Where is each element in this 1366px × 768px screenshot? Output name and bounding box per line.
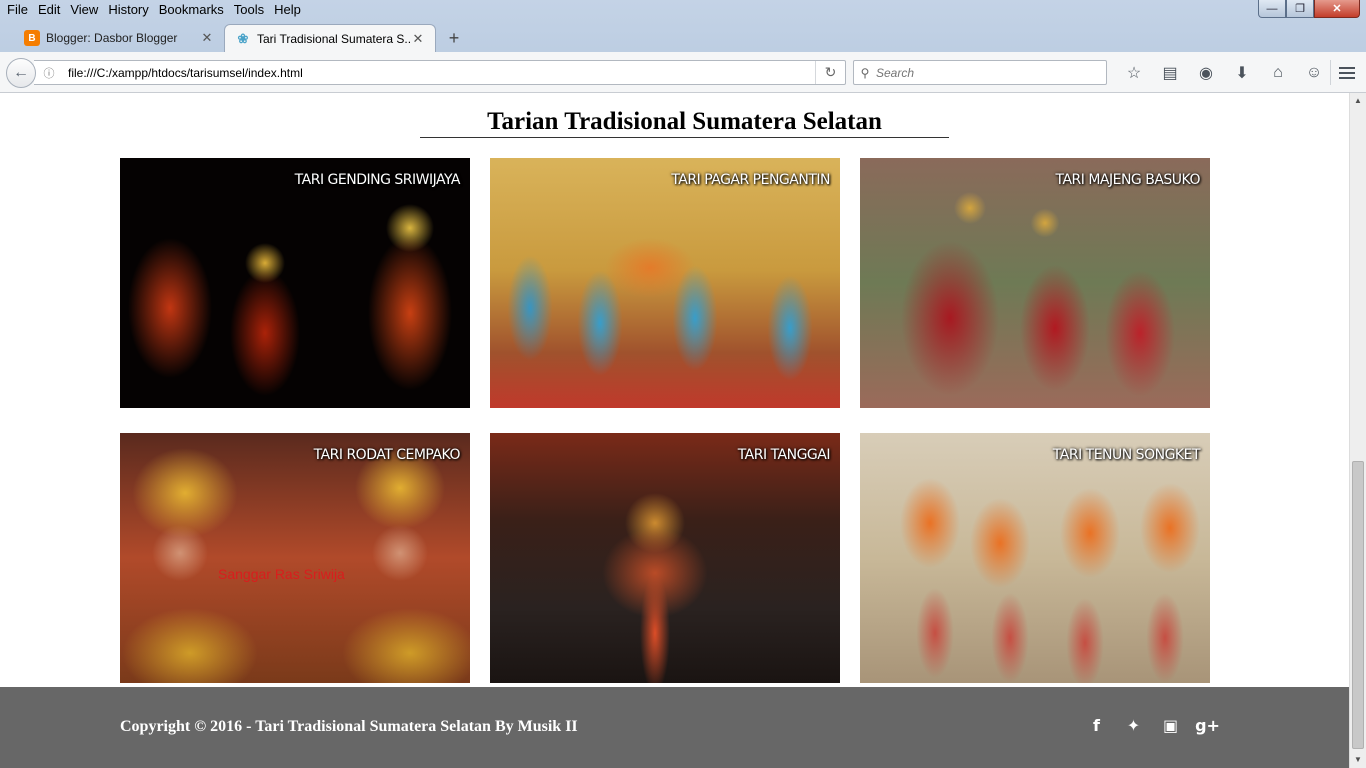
home-icon[interactable]: ⌂: [1260, 64, 1296, 82]
dance-photo: [860, 433, 1210, 683]
facebook-icon[interactable]: f: [1078, 716, 1115, 735]
reading-list-icon[interactable]: ▤: [1152, 63, 1188, 83]
menu-history[interactable]: History: [103, 0, 153, 20]
vertical-scrollbar[interactable]: ▲ ▼: [1349, 93, 1366, 768]
toolbar-icons: ☆ ▤ ◉ ⬇ ⌂ ☺: [1116, 60, 1332, 85]
gallery-caption: TARI RODAT CEMPAKO: [313, 447, 461, 463]
browser-chrome: File Edit View History Bookmarks Tools H…: [0, 0, 1366, 93]
search-input[interactable]: [876, 65, 1096, 80]
gallery-caption: TARI TANGGAI: [737, 447, 831, 463]
dance-photo: [860, 158, 1210, 408]
reload-icon[interactable]: ↻: [815, 61, 845, 84]
bookmark-star-icon[interactable]: ☆: [1116, 63, 1152, 83]
gallery-item-pagar-pengantin[interactable]: TARI PAGAR PENGANTIN: [490, 158, 840, 408]
new-tab-button[interactable]: +: [444, 28, 464, 48]
menu-help[interactable]: Help: [269, 0, 306, 20]
hamburger-menu-icon[interactable]: [1330, 60, 1362, 85]
menu-tools[interactable]: Tools: [229, 0, 269, 20]
menu-bookmarks[interactable]: Bookmarks: [154, 0, 229, 20]
tab-tarian[interactable]: ❀ Tari Tradisional Sumatera S... ✕: [224, 24, 436, 52]
url-text[interactable]: file:///C:/xampp/htdocs/tarisumsel/index…: [60, 66, 815, 80]
scroll-thumb[interactable]: [1352, 461, 1364, 749]
back-button[interactable]: ←: [6, 58, 36, 88]
gallery-caption: TARI TENUN SONGKET: [1052, 447, 1201, 463]
gallery-caption: TARI PAGAR PENGANTIN: [671, 172, 830, 188]
instagram-icon[interactable]: ▣: [1152, 716, 1189, 735]
copyright-text: Copyright © 2016 - Tari Tradisional Suma…: [120, 718, 578, 735]
close-tab-icon[interactable]: ✕: [411, 31, 425, 47]
menu-bar: File Edit View History Bookmarks Tools H…: [0, 0, 1366, 20]
blogger-icon: B: [24, 30, 40, 46]
scroll-up-arrow-icon[interactable]: ▲: [1350, 93, 1366, 109]
minimize-button[interactable]: —: [1258, 0, 1286, 18]
gallery-item-rodat-cempako[interactable]: TARI RODAT CEMPAKO Sanggar Ras Sriwija: [120, 433, 470, 683]
navigation-toolbar: ⓘ file:///C:/xampp/htdocs/tarisumsel/ind…: [0, 52, 1366, 93]
dance-photo: [120, 433, 470, 683]
gallery-item-tenun-songket[interactable]: TARI TENUN SONGKET: [860, 433, 1210, 683]
dance-photo: [490, 158, 840, 408]
tab-blogger[interactable]: B Blogger: Dasbor Blogger ✕: [14, 24, 224, 52]
close-tab-icon[interactable]: ✕: [200, 30, 214, 46]
search-bar[interactable]: ⚲: [853, 60, 1107, 85]
dance-photo: [490, 433, 840, 683]
twitter-icon[interactable]: ✦: [1115, 716, 1152, 735]
gallery-caption: TARI GENDING SRIWIJAYA: [294, 172, 461, 188]
menu-file[interactable]: File: [2, 0, 33, 20]
page-viewport: Tarian Tradisional Sumatera Selatan TARI…: [0, 93, 1349, 768]
chat-icon[interactable]: ☺: [1296, 64, 1332, 82]
pocket-icon[interactable]: ◉: [1188, 63, 1224, 83]
download-icon[interactable]: ⬇: [1224, 63, 1260, 83]
gallery-item-majeng-basuko[interactable]: TARI MAJENG BASUKO: [860, 158, 1210, 408]
search-icon: ⚲: [860, 65, 870, 80]
tab-title: Tari Tradisional Sumatera S...: [257, 31, 411, 46]
page-footer: Copyright © 2016 - Tari Tradisional Suma…: [0, 687, 1349, 768]
info-icon[interactable]: ⓘ: [38, 65, 60, 81]
menu-view[interactable]: View: [65, 0, 103, 20]
social-links: f ✦ ▣ g+: [1078, 716, 1226, 735]
dance-photo: [120, 158, 470, 408]
page-title: Tarian Tradisional Sumatera Selatan: [420, 107, 949, 138]
gallery-item-tanggai[interactable]: TARI TANGGAI: [490, 433, 840, 683]
google-plus-icon[interactable]: g+: [1189, 716, 1226, 735]
photo-watermark: Sanggar Ras Sriwija: [218, 566, 345, 582]
gallery-item-gending-sriwijaya[interactable]: TARI GENDING SRIWIJAYA: [120, 158, 470, 408]
lotus-icon: ❀: [237, 30, 249, 46]
window-controls: — ❐ ✕: [1258, 0, 1360, 18]
tab-title: Blogger: Dasbor Blogger: [46, 31, 178, 45]
maximize-button[interactable]: ❐: [1286, 0, 1314, 18]
scroll-down-arrow-icon[interactable]: ▼: [1350, 752, 1366, 768]
menu-edit[interactable]: Edit: [33, 0, 65, 20]
tab-strip: B Blogger: Dasbor Blogger ✕ ❀ Tari Tradi…: [0, 22, 1366, 52]
address-bar[interactable]: ⓘ file:///C:/xampp/htdocs/tarisumsel/ind…: [34, 60, 846, 85]
gallery-caption: TARI MAJENG BASUKO: [1055, 172, 1200, 188]
close-window-button[interactable]: ✕: [1314, 0, 1360, 18]
